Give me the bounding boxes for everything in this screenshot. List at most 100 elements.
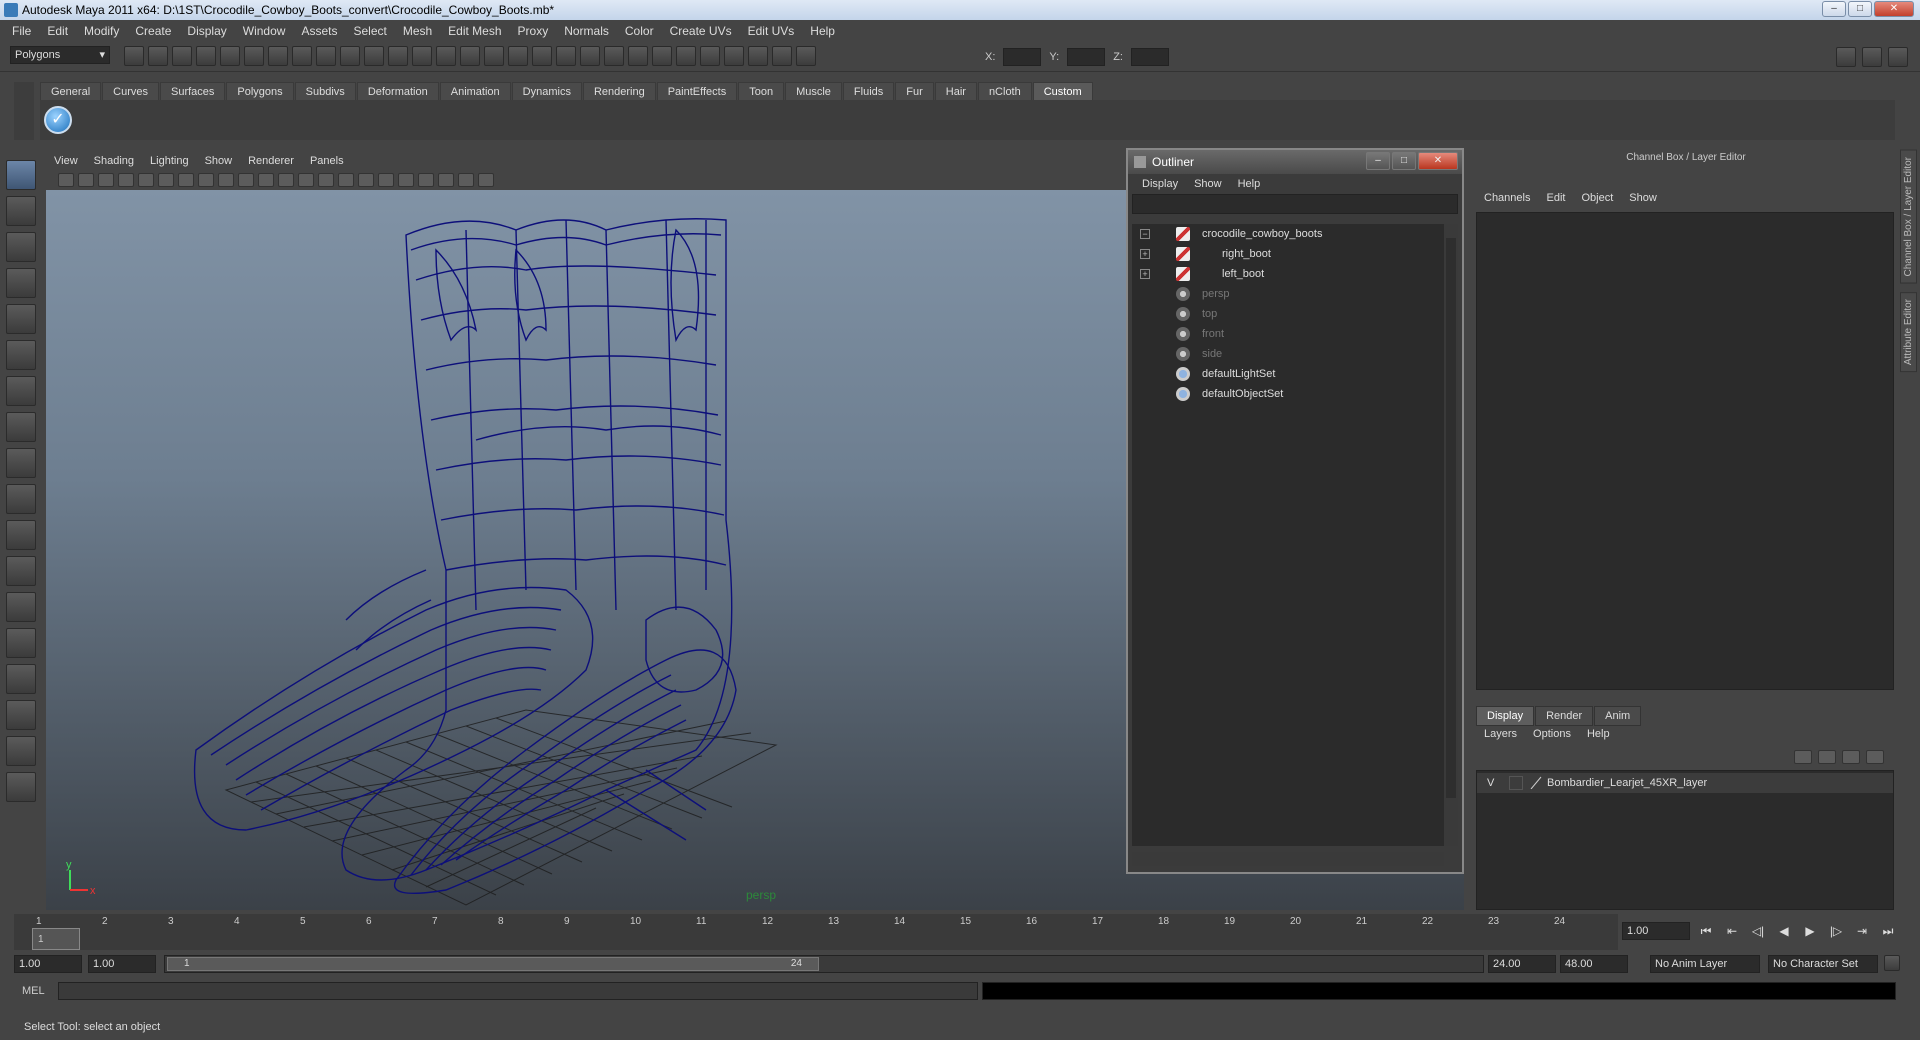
gate-mask-icon[interactable] (198, 173, 214, 187)
z-field[interactable] (1130, 48, 1169, 66)
soft-modification-icon[interactable] (6, 412, 36, 442)
new-empty-layer-icon[interactable] (1842, 750, 1860, 764)
persp-graph-hypergraph-layout-icon[interactable] (6, 700, 36, 730)
outliner-item[interactable]: defaultObjectSet (1132, 384, 1444, 404)
shelf-tab-custom[interactable]: Custom (1032, 82, 1093, 100)
outliner-item[interactable]: side (1132, 344, 1444, 364)
bookmarks-icon[interactable] (98, 173, 114, 187)
shelf-tab-toon[interactable]: Toon (738, 82, 785, 100)
snap-surface-icon[interactable] (364, 46, 384, 66)
checkmark-shelf-icon[interactable]: ✓ (44, 106, 72, 134)
menu-color[interactable]: Color (617, 24, 662, 38)
menu-help[interactable]: Help (802, 24, 843, 38)
render-settings-icon[interactable] (508, 46, 528, 66)
layer-menu-options[interactable]: Options (1525, 728, 1579, 740)
menu-set-select[interactable]: Polygons (10, 46, 110, 64)
animation-start-field[interactable]: 1.00 (14, 955, 82, 973)
snap-grid-icon[interactable] (268, 46, 288, 66)
shelf-tab-painteffects[interactable]: PaintEffects (656, 82, 738, 100)
menu-create-uvs[interactable]: Create UVs (662, 24, 740, 38)
shelf-tab-ncloth[interactable]: nCloth (977, 82, 1032, 100)
layer-visibility-toggle[interactable]: V (1487, 773, 1494, 793)
menu-select[interactable]: Select (345, 24, 394, 38)
step-back-key-icon[interactable]: ⇤ (1722, 922, 1742, 940)
persp-graph-layout-icon[interactable] (6, 628, 36, 658)
outliner-item[interactable]: front (1132, 324, 1444, 344)
outliner-filter-field[interactable] (1132, 194, 1458, 214)
show-manipulator-icon[interactable] (6, 448, 36, 478)
safe-title-icon[interactable] (258, 173, 274, 187)
single-perspective-layout-icon[interactable] (6, 520, 36, 550)
snap-curve-icon[interactable] (292, 46, 312, 66)
menu-assets[interactable]: Assets (293, 24, 345, 38)
attribute-editor-toggle-icon[interactable] (1836, 47, 1856, 67)
shelf-tab-subdivs[interactable]: Subdivs (294, 82, 356, 100)
y-field[interactable] (1067, 48, 1106, 66)
outliner-menu-show[interactable]: Show (1186, 178, 1230, 190)
outliner-menu-display[interactable]: Display (1134, 178, 1186, 190)
menu-edit[interactable]: Edit (39, 24, 76, 38)
xray-icon[interactable] (438, 173, 454, 187)
menu-display[interactable]: Display (179, 24, 234, 38)
anim-layer-select[interactable]: No Anim Layer (1650, 955, 1760, 973)
smooth-shading-icon[interactable] (298, 173, 314, 187)
layer-color-icon[interactable] (1529, 775, 1543, 789)
shelf-tab-general[interactable]: General (40, 82, 102, 100)
outliner-maximize-button[interactable]: □ (1392, 152, 1416, 170)
step-forward-key-icon[interactable]: ⇥ (1852, 922, 1872, 940)
time-slider[interactable]: 1 1 2 3 4 5 6 7 8 9 10 11 12 13 14 15 16… (14, 914, 1618, 950)
channel-box-toggle-icon[interactable] (1888, 47, 1908, 67)
wireframe-on-shaded-icon[interactable] (318, 173, 334, 187)
tool-settings-toggle-icon[interactable] (1862, 47, 1882, 67)
menu-window[interactable]: Window (235, 24, 294, 38)
outliner-horizontal-scrollbar[interactable] (1132, 852, 1444, 866)
use-all-lights-icon[interactable] (358, 173, 374, 187)
character-set-select[interactable]: No Character Set (1768, 955, 1878, 973)
outliner-minimize-button[interactable]: ‒ (1366, 152, 1390, 170)
shelf-tab-muscle[interactable]: Muscle (785, 82, 842, 100)
cb-menu-object[interactable]: Object (1573, 192, 1621, 204)
new-scene-icon[interactable] (124, 46, 144, 66)
maximize-button[interactable]: □ (1848, 1, 1872, 17)
collapse-icon[interactable]: − (1140, 229, 1150, 239)
range-slider[interactable]: 1 24 (164, 955, 1484, 973)
dope-sheet-icon[interactable] (700, 46, 720, 66)
outliner-vertical-scrollbar[interactable] (1444, 224, 1458, 846)
ipr-render-icon[interactable] (484, 46, 504, 66)
isolate-select-icon[interactable] (418, 173, 434, 187)
rotate-tool-icon[interactable] (6, 304, 36, 334)
film-gate-icon[interactable] (158, 173, 174, 187)
outliner-item[interactable]: + left_boot (1132, 264, 1444, 284)
shelf-tab-surfaces[interactable]: Surfaces (159, 82, 226, 100)
shelf-tab-polygons[interactable]: Polygons (226, 82, 294, 100)
last-tool-icon[interactable] (6, 484, 36, 514)
cb-menu-show[interactable]: Show (1621, 192, 1665, 204)
scrollbar-thumb[interactable] (1446, 238, 1456, 798)
layer-menu-help[interactable]: Help (1579, 728, 1618, 740)
step-forward-frame-icon[interactable]: |▷ (1826, 922, 1846, 940)
vp-menu-panels[interactable]: Panels (302, 155, 352, 167)
relationship-icon[interactable] (724, 46, 744, 66)
outliner-item[interactable]: top (1132, 304, 1444, 324)
menu-proxy[interactable]: Proxy (510, 24, 557, 38)
render-view-icon[interactable] (436, 46, 456, 66)
menu-mesh[interactable]: Mesh (395, 24, 440, 38)
vp-menu-shading[interactable]: Shading (86, 155, 142, 167)
layer-row[interactable]: V Bombardier_Learjet_45XR_layer (1477, 773, 1893, 793)
layer-tab-render[interactable]: Render (1535, 706, 1594, 726)
script-editor-icon[interactable] (772, 46, 792, 66)
persp-outliner-layout-icon[interactable] (6, 592, 36, 622)
select-tool-icon[interactable] (6, 160, 36, 190)
outliner-titlebar[interactable]: Outliner ‒ □ ✕ (1128, 150, 1462, 174)
menu-create[interactable]: Create (127, 24, 179, 38)
outliner-item[interactable]: − crocodile_cowboy_boots (1132, 224, 1444, 244)
go-to-start-icon[interactable]: ⏮ (1696, 922, 1716, 940)
vp-menu-view[interactable]: View (46, 155, 86, 167)
layer-display-type-toggle[interactable] (1509, 776, 1523, 790)
layer-menu-layers[interactable]: Layers (1476, 728, 1525, 740)
layer-tab-anim[interactable]: Anim (1594, 706, 1642, 726)
outliner-menu-help[interactable]: Help (1230, 178, 1269, 190)
construction-history-icon[interactable] (628, 46, 648, 66)
shelf-tab-curves[interactable]: Curves (102, 82, 159, 100)
shelf-tab-rendering[interactable]: Rendering (582, 82, 656, 100)
